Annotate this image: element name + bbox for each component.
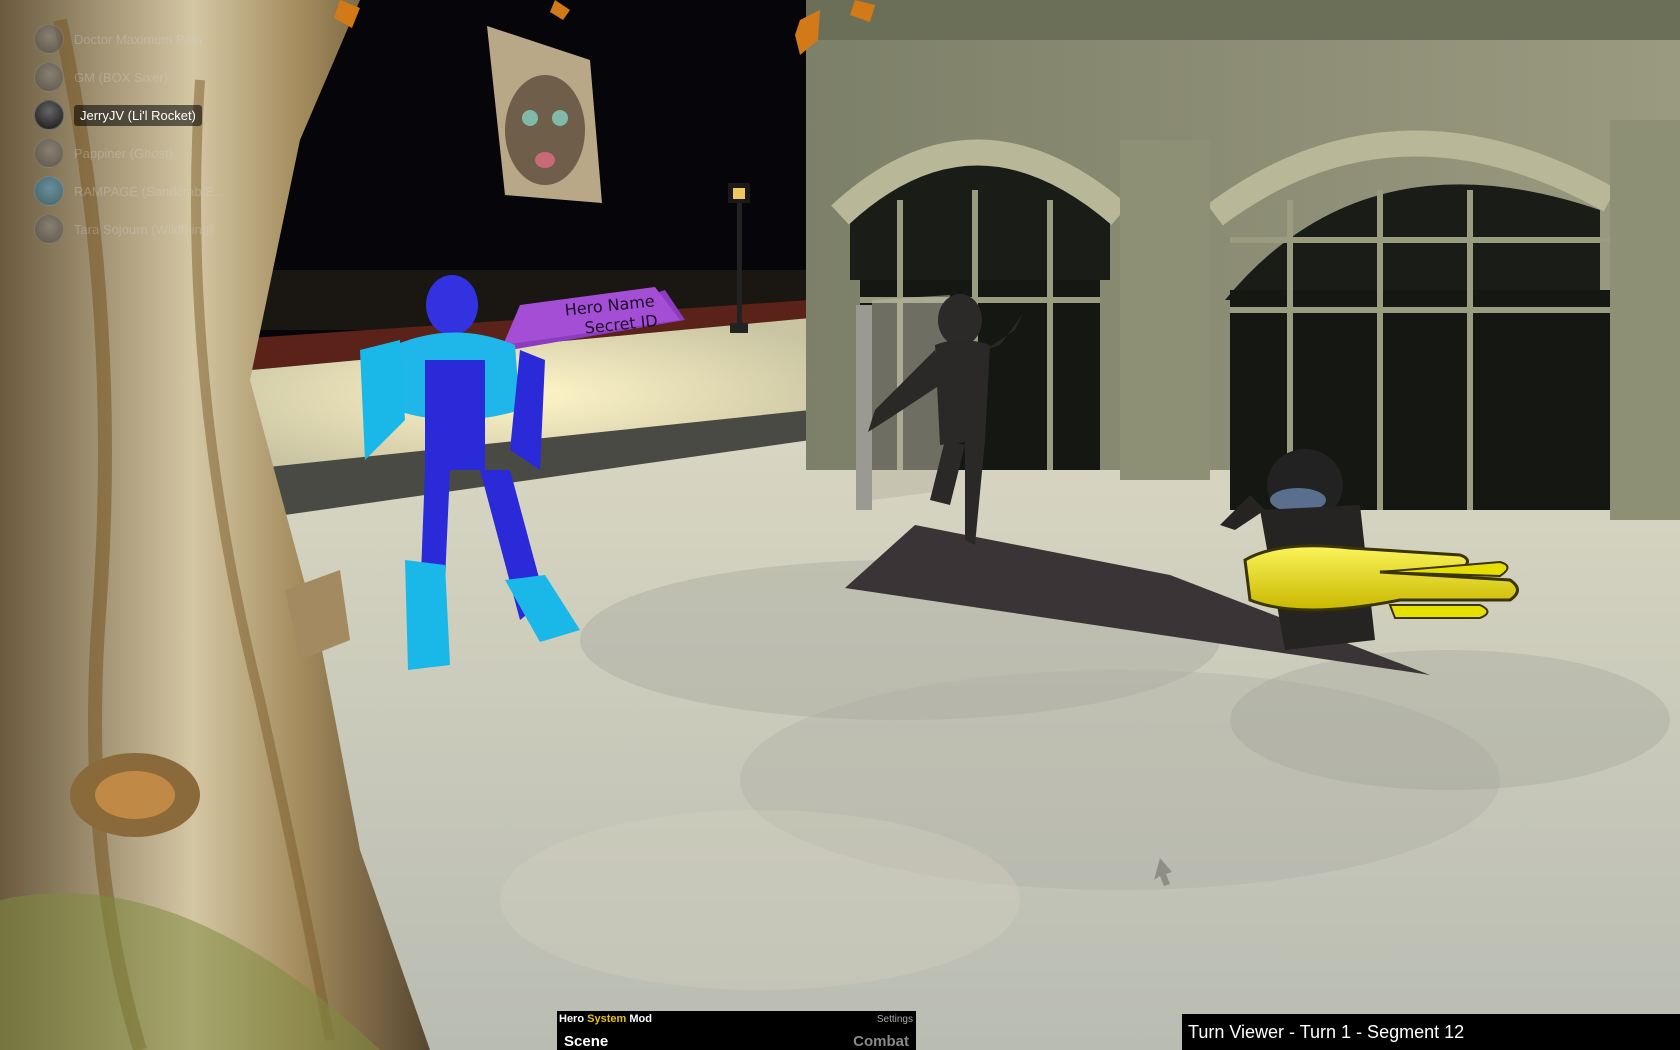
player-row-2[interactable]: JerryJV (Li'l Rocket) (34, 96, 264, 134)
avatar (34, 62, 64, 92)
player-row-4[interactable]: RAMPAGE (Sandcrab/E... (34, 172, 264, 210)
player-row-1[interactable]: GM (BOX Sixer) (34, 58, 264, 96)
turn-viewer[interactable]: Turn Viewer - Turn 1 - Segment 12 (1182, 1014, 1680, 1050)
settings-link[interactable]: Settings (877, 1014, 913, 1025)
player-name: Pappiner (Ghost) (74, 145, 173, 161)
player-row-3[interactable]: Pappiner (Ghost) (34, 134, 264, 172)
mod-title-suffix: Mod (626, 1013, 652, 1025)
avatar (34, 176, 64, 206)
player-row-5[interactable]: Tara Sojourn (Wildthing) (34, 210, 264, 248)
game-viewport[interactable]: Hero Name Secret ID Doctor Maximum Pain … (0, 0, 1680, 1050)
tab-combat[interactable]: Combat (853, 1033, 909, 1050)
avatar (34, 138, 64, 168)
avatar (34, 24, 64, 54)
player-name: JerryJV (Li'l Rocket) (74, 104, 202, 126)
player-name: Doctor Maximum Pain (74, 31, 202, 47)
player-list: Doctor Maximum Pain GM (BOX Sixer) Jerry… (34, 20, 264, 248)
mod-title: Hero System Mod (559, 1013, 652, 1025)
player-name: Tara Sojourn (Wildthing) (74, 221, 214, 237)
hero-system-mod-panel: Hero System Mod Settings Scene Combat (557, 1011, 916, 1050)
turn-viewer-label: Turn Viewer - Turn 1 - Segment 12 (1188, 1022, 1465, 1042)
player-name: GM (BOX Sixer) (74, 69, 168, 85)
player-row-0[interactable]: Doctor Maximum Pain (34, 20, 264, 58)
mod-title-prefix: Hero (559, 1013, 588, 1025)
player-name: RAMPAGE (Sandcrab/E... (74, 183, 225, 199)
avatar (34, 214, 64, 244)
tab-scene[interactable]: Scene (564, 1033, 608, 1050)
avatar (34, 100, 64, 130)
mod-title-accent: System (587, 1013, 627, 1025)
